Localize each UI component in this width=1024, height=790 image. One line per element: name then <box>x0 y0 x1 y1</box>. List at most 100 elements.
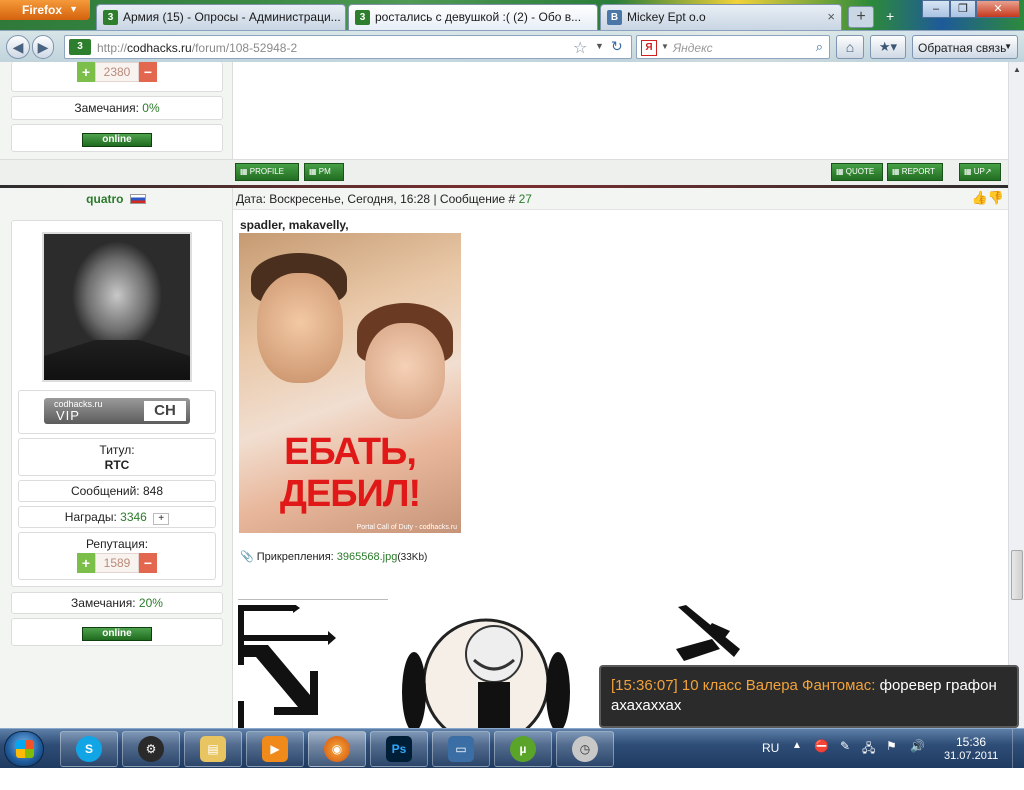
back-button[interactable]: ◀ <box>6 35 30 59</box>
volume-tray-icon[interactable]: 🔊 <box>910 739 925 779</box>
prev-reputation-box: + 2380 − <box>11 62 223 92</box>
profile-button[interactable]: ▦ PROFILE <box>235 163 299 181</box>
chat-notification-popup[interactable]: [15:36:07] 10 класс Валера Фантомас: фор… <box>599 665 1019 728</box>
address-bar[interactable]: 3 http://codhacks.ru/forum/108-52948-2 ☆… <box>64 35 632 59</box>
chevron-down-icon: ▼ <box>69 4 78 14</box>
bookmarks-button[interactable]: ★▾ <box>870 35 906 59</box>
minimize-button[interactable]: – <box>922 0 950 18</box>
tab-3[interactable]: B Mickey Ept o.o × <box>600 4 842 30</box>
post-meta-header: Дата: Воскресенье, Сегодня, 16:28 | Сооб… <box>232 188 1008 210</box>
search-bar[interactable]: Я ▼ Яндекс ⌕ <box>636 35 830 59</box>
tab-2-active[interactable]: 3 ростались с девушкой :( (2) - Обо в... <box>348 4 598 30</box>
remarks-value: 20% <box>138 596 163 610</box>
post-image[interactable]: ЕБАТЬ, ДЕБИЛ! Portal Call of Duty - codh… <box>239 233 461 533</box>
signature-plane-art <box>676 605 740 661</box>
username-link[interactable]: quatro <box>86 192 123 206</box>
yandex-icon[interactable]: Я <box>641 40 657 56</box>
network-taskbar-icon[interactable]: ▭ <box>432 731 490 767</box>
pm-button[interactable]: ▦ PM <box>304 163 344 181</box>
image-credit: Portal Call of Duty - codhacks.ru <box>356 524 457 531</box>
engine-dropdown-icon[interactable]: ▼ <box>661 42 669 51</box>
flag-tray-icon[interactable]: ⚑ <box>886 739 897 779</box>
reputation-plus-button[interactable]: + <box>77 553 95 573</box>
post-actions-row: ▦ PROFILE ▦ PM ▦ QUOTE ▦ REPORT ▦ UP↗ <box>0 159 1008 185</box>
report-button[interactable]: ▦ REPORT <box>887 163 943 181</box>
no-entry-tray-icon[interactable]: ⛔ <box>814 739 829 779</box>
new-tab-button[interactable]: + <box>848 6 874 28</box>
reputation-label: Репутация: <box>85 537 149 551</box>
ch-logo: CH <box>144 401 186 421</box>
clock-app-taskbar-icon[interactable]: ◷ <box>556 731 614 767</box>
close-window-button[interactable]: ✕ <box>976 0 1020 18</box>
forward-button[interactable]: ▶ <box>32 35 54 59</box>
forum-page: + 2380 − Замечания: 0% online ▦ PROFILE … <box>0 62 1008 728</box>
notification-timestamp: [15:36:07] <box>611 677 678 694</box>
signature-emblem-art <box>402 618 570 728</box>
start-button[interactable] <box>4 731 44 767</box>
caption-line-1: ЕБАТЬ, <box>284 431 417 473</box>
steam-taskbar-icon[interactable]: ⚙ <box>122 731 180 767</box>
reputation-plus-button[interactable]: + <box>77 62 95 82</box>
language-indicator[interactable]: RU <box>762 741 779 781</box>
firefox-menu-button[interactable]: Firefox ▼ <box>0 0 90 20</box>
home-button[interactable]: ⌂ <box>836 35 864 59</box>
bookmark-star-icon[interactable]: ☆ <box>573 38 587 58</box>
search-icon[interactable]: ⌕ <box>816 39 823 55</box>
attachments-label: Прикрепления: <box>256 551 334 563</box>
reputation-value: 2380 <box>95 62 139 82</box>
add-icon[interactable]: + <box>886 8 894 24</box>
mention-link[interactable]: makavelly <box>289 218 346 232</box>
scroll-up-button[interactable]: ▦ UP↗ <box>959 163 1001 181</box>
vk-favicon-icon: B <box>607 10 622 25</box>
tab-1[interactable]: 3 Армия (15) - Опросы - Администраци... <box>96 4 346 30</box>
mention-link[interactable]: spadler <box>240 218 282 232</box>
messages-label: Сообщений: <box>70 484 140 498</box>
awards-label: Награды: <box>64 510 117 524</box>
scrollbar-thumb[interactable] <box>1011 550 1023 600</box>
clock-date[interactable]: 31.07.2011 <box>944 750 998 790</box>
scroll-up-arrow-icon[interactable]: ▲ <box>1009 62 1024 78</box>
vip-badge: codhacks.ru VIP CH <box>44 398 190 424</box>
messages-value: 848 <box>142 484 164 498</box>
date-value: Воскресенье, Сегодня, 16:28 <box>269 192 431 206</box>
reload-icon[interactable]: ↻ <box>611 38 623 55</box>
remarks-value: 0% <box>142 101 160 115</box>
close-tab-icon[interactable]: × <box>827 9 835 24</box>
photoshop-taskbar-icon[interactable]: Ps <box>370 731 428 767</box>
show-desktop-button[interactable] <box>1012 729 1024 769</box>
add-award-icon[interactable]: + <box>153 513 170 525</box>
maximize-button[interactable]: ❐ <box>950 0 976 18</box>
firefox-taskbar-icon[interactable]: ◉ <box>308 731 366 767</box>
history-dropdown-icon[interactable]: ▼ <box>595 41 604 51</box>
feedback-button[interactable]: Обратная связь ▼ <box>912 35 1018 59</box>
skype-taskbar-icon[interactable]: S <box>60 731 118 767</box>
quote-button[interactable]: ▦ QUOTE <box>831 163 883 181</box>
media-player-taskbar-icon[interactable]: ▶ <box>246 731 304 767</box>
page-scrollbar[interactable]: ▲ ▼ <box>1008 62 1024 728</box>
pen-tray-icon[interactable]: ✎ <box>840 739 850 779</box>
post-author-header: quatro <box>0 188 232 210</box>
russia-flag-icon <box>129 194 146 204</box>
tab-label: Армия (15) - Опросы - Администраци... <box>123 10 341 24</box>
reputation-minus-button[interactable]: − <box>139 62 157 82</box>
signature-divider <box>238 599 388 600</box>
thumbs-up-icon[interactable]: 👍 <box>972 190 988 206</box>
signature-arrow-art <box>238 605 336 728</box>
message-number-link[interactable]: 27 <box>519 192 532 206</box>
online-status-badge: online <box>82 133 152 147</box>
remarks-label: Замечания: <box>74 101 139 115</box>
thumbs-down-icon[interactable]: 👎 <box>988 190 1004 206</box>
reputation-minus-button[interactable]: − <box>139 553 157 573</box>
utorrent-taskbar-icon[interactable]: µ <box>494 731 552 767</box>
windows-taskbar: S ⚙ ▤ ▶ ◉ Ps ▭ µ ◷ RU ▲ ⛔ ✎ 🖧 ⚑ 🔊 15:36 … <box>0 728 1024 769</box>
prev-post-body <box>232 62 1008 159</box>
show-hidden-icons-icon[interactable]: ▲ <box>792 740 802 780</box>
awards-value[interactable]: 3346 <box>120 510 147 524</box>
network-tray-icon[interactable]: 🖧 <box>862 739 875 779</box>
site-identity-icon[interactable]: 3 <box>69 39 91 55</box>
url-text: http://codhacks.ru/forum/108-52948-2 <box>97 41 298 55</box>
caption-line-2: ДЕБИЛ! <box>279 473 421 515</box>
attachment-link[interactable]: 3965568.jpg <box>337 551 398 563</box>
awards-box: Награды: 3346 + <box>18 506 216 528</box>
explorer-taskbar-icon[interactable]: ▤ <box>184 731 242 767</box>
